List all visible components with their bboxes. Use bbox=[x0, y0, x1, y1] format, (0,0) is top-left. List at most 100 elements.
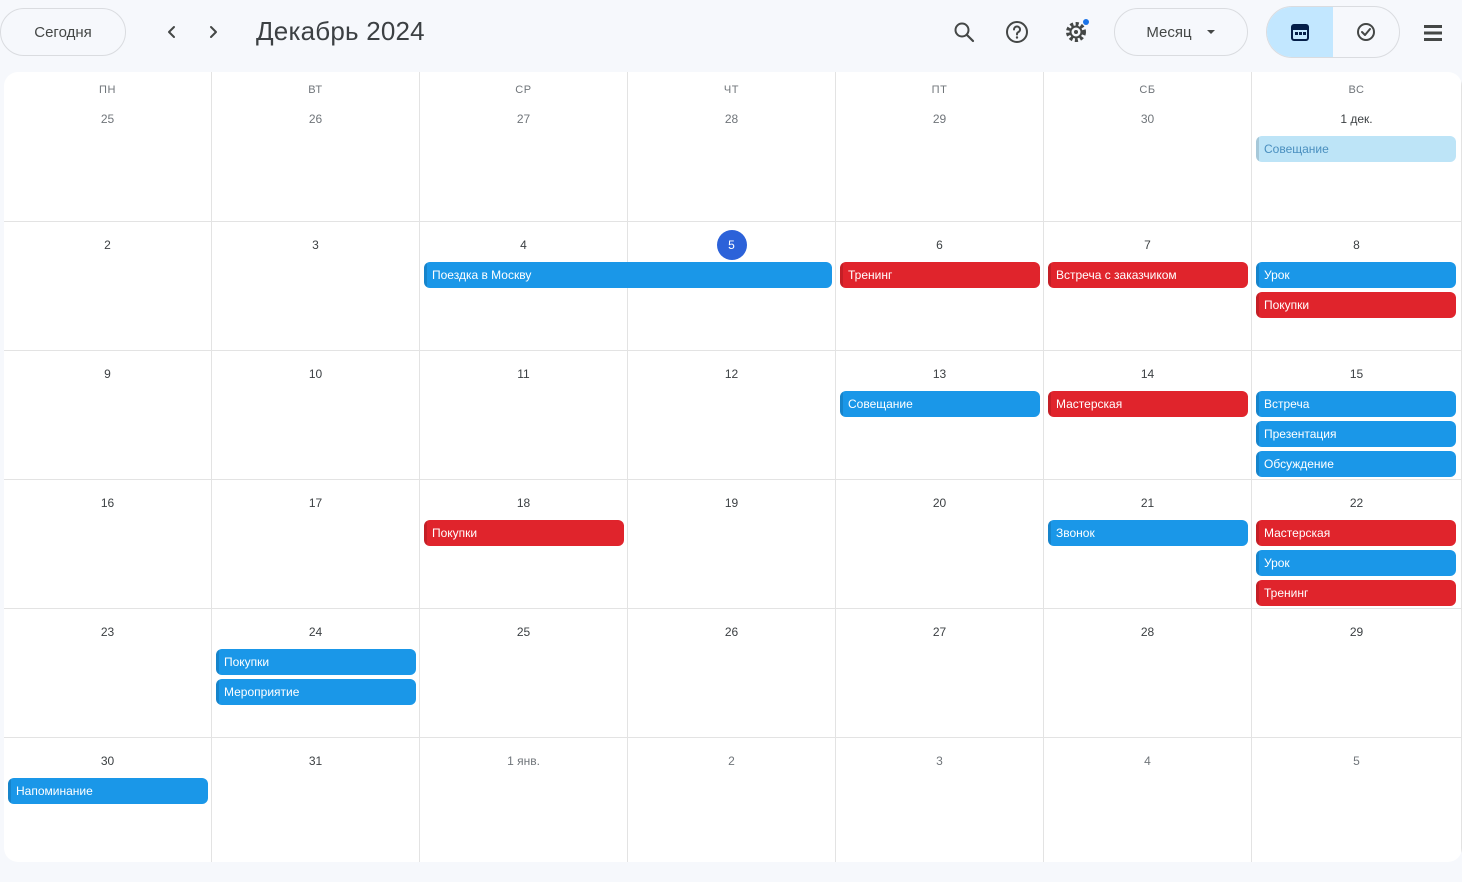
day-number[interactable]: 19 bbox=[719, 490, 745, 516]
day-number[interactable]: 1 дек. bbox=[1336, 106, 1376, 132]
day-number[interactable]: 26 bbox=[303, 106, 329, 132]
day-cell[interactable]: 11 bbox=[420, 351, 628, 479]
day-cell[interactable]: 28 bbox=[1044, 609, 1252, 737]
day-number[interactable]: 6 bbox=[927, 232, 953, 258]
previous-month-button[interactable] bbox=[159, 19, 185, 45]
calendar-view-button[interactable] bbox=[1267, 7, 1333, 57]
view-select[interactable]: Месяц bbox=[1114, 8, 1248, 56]
day-cell[interactable]: 16 bbox=[4, 480, 212, 608]
event-chip[interactable]: Обсуждение bbox=[1256, 451, 1456, 477]
day-number[interactable]: 17 bbox=[303, 490, 329, 516]
day-number[interactable]: 4 bbox=[511, 232, 537, 258]
day-cell[interactable]: ПН 25 bbox=[4, 72, 212, 221]
event-chip[interactable]: Покупки bbox=[1256, 292, 1456, 318]
tasks-view-button[interactable] bbox=[1333, 7, 1399, 57]
day-cell[interactable]: 2 bbox=[628, 738, 836, 862]
today-button[interactable]: Сегодня bbox=[0, 8, 126, 56]
event-chip[interactable]: Встреча с заказчиком bbox=[1048, 262, 1248, 288]
day-number[interactable]: 21 bbox=[1135, 490, 1161, 516]
event-chip[interactable]: Тренинг bbox=[840, 262, 1040, 288]
event-chip[interactable]: Звонок bbox=[1048, 520, 1248, 546]
settings-button[interactable] bbox=[1058, 14, 1094, 50]
day-number[interactable]: 11 bbox=[511, 361, 537, 387]
day-number[interactable]: 20 bbox=[927, 490, 953, 516]
day-cell[interactable]: 31 bbox=[212, 738, 420, 862]
day-number[interactable]: 14 bbox=[1135, 361, 1161, 387]
day-cell[interactable]: 25 bbox=[420, 609, 628, 737]
apps-menu-button[interactable] bbox=[1416, 16, 1450, 50]
day-cell[interactable]: 17 bbox=[212, 480, 420, 608]
event-chip[interactable]: Поездка в Москву bbox=[424, 262, 832, 288]
day-cell[interactable]: ПТ 29 bbox=[836, 72, 1044, 221]
day-number[interactable]: 27 bbox=[927, 619, 953, 645]
day-number[interactable]: 12 bbox=[719, 361, 745, 387]
day-cell[interactable]: ВТ 26 bbox=[212, 72, 420, 221]
day-number[interactable]: 10 bbox=[303, 361, 329, 387]
day-number[interactable]: 4 bbox=[1135, 748, 1161, 774]
day-number[interactable]: 5 bbox=[1344, 748, 1370, 774]
day-number[interactable]: 9 bbox=[95, 361, 121, 387]
day-cell[interactable]: 26 bbox=[628, 609, 836, 737]
day-cell[interactable]: 3 bbox=[212, 222, 420, 350]
event-chip[interactable]: Презентация bbox=[1256, 421, 1456, 447]
day-cell[interactable]: 9 bbox=[4, 351, 212, 479]
today-day-number[interactable]: 5 bbox=[716, 230, 747, 260]
next-month-button[interactable] bbox=[200, 19, 226, 45]
day-cell[interactable]: 3 bbox=[836, 738, 1044, 862]
day-number[interactable]: 28 bbox=[719, 106, 745, 132]
day-cell[interactable]: 23 bbox=[4, 609, 212, 737]
search-button[interactable] bbox=[946, 14, 982, 50]
day-number[interactable]: 2 bbox=[95, 232, 121, 258]
day-number[interactable]: 8 bbox=[1344, 232, 1370, 258]
day-number[interactable]: 16 bbox=[95, 490, 121, 516]
day-number[interactable]: 1 янв. bbox=[503, 748, 544, 774]
event-chip[interactable]: Урок bbox=[1256, 262, 1456, 288]
day-cell[interactable]: 1 янв. bbox=[420, 738, 628, 862]
day-cell[interactable]: СР 27 bbox=[420, 72, 628, 221]
day-number[interactable]: 27 bbox=[511, 106, 537, 132]
event-chip[interactable]: Совещание bbox=[840, 391, 1040, 417]
day-cell[interactable]: 27 bbox=[836, 609, 1044, 737]
weekday-label: ВС bbox=[1348, 84, 1365, 96]
day-cell[interactable]: 29 bbox=[1252, 609, 1462, 737]
event-chip[interactable]: Мероприятие bbox=[216, 679, 416, 705]
event-chip[interactable]: Встреча bbox=[1256, 391, 1456, 417]
event-chip[interactable]: Мастерская bbox=[1048, 391, 1248, 417]
day-number[interactable]: 30 bbox=[95, 748, 121, 774]
event-chip[interactable]: Тренинг bbox=[1256, 580, 1456, 606]
day-number[interactable]: 18 bbox=[511, 490, 537, 516]
event-chip[interactable]: Покупки bbox=[424, 520, 624, 546]
day-number[interactable]: 3 bbox=[927, 748, 953, 774]
day-number[interactable]: 29 bbox=[1344, 619, 1370, 645]
day-number[interactable]: 25 bbox=[95, 106, 121, 132]
day-number[interactable]: 23 bbox=[95, 619, 121, 645]
day-cell[interactable]: 5 bbox=[1252, 738, 1462, 862]
day-number[interactable]: 31 bbox=[303, 748, 329, 774]
day-cell[interactable]: 20 bbox=[836, 480, 1044, 608]
day-number[interactable]: 3 bbox=[303, 232, 329, 258]
day-number[interactable]: 25 bbox=[511, 619, 537, 645]
day-number[interactable]: 7 bbox=[1135, 232, 1161, 258]
day-cell[interactable]: 12 bbox=[628, 351, 836, 479]
day-cell[interactable]: 10 bbox=[212, 351, 420, 479]
day-number[interactable]: 24 bbox=[303, 619, 329, 645]
day-number[interactable]: 15 bbox=[1344, 361, 1370, 387]
day-number[interactable]: 29 bbox=[927, 106, 953, 132]
day-number[interactable]: 22 bbox=[1344, 490, 1370, 516]
event-chip[interactable]: Совещание bbox=[1256, 136, 1456, 162]
event-chip[interactable]: Напоминание bbox=[8, 778, 208, 804]
day-cell[interactable]: ЧТ 28 bbox=[628, 72, 836, 221]
day-cell[interactable]: 2 bbox=[4, 222, 212, 350]
day-number[interactable]: 13 bbox=[927, 361, 953, 387]
help-button[interactable] bbox=[999, 14, 1035, 50]
day-cell[interactable]: СБ 30 bbox=[1044, 72, 1252, 221]
event-chip[interactable]: Урок bbox=[1256, 550, 1456, 576]
day-cell[interactable]: 4 bbox=[1044, 738, 1252, 862]
day-number[interactable]: 26 bbox=[719, 619, 745, 645]
day-number[interactable]: 30 bbox=[1135, 106, 1161, 132]
event-chip[interactable]: Мастерская bbox=[1256, 520, 1456, 546]
day-number[interactable]: 28 bbox=[1135, 619, 1161, 645]
event-chip[interactable]: Покупки bbox=[216, 649, 416, 675]
day-cell[interactable]: 19 bbox=[628, 480, 836, 608]
day-number[interactable]: 2 bbox=[719, 748, 745, 774]
